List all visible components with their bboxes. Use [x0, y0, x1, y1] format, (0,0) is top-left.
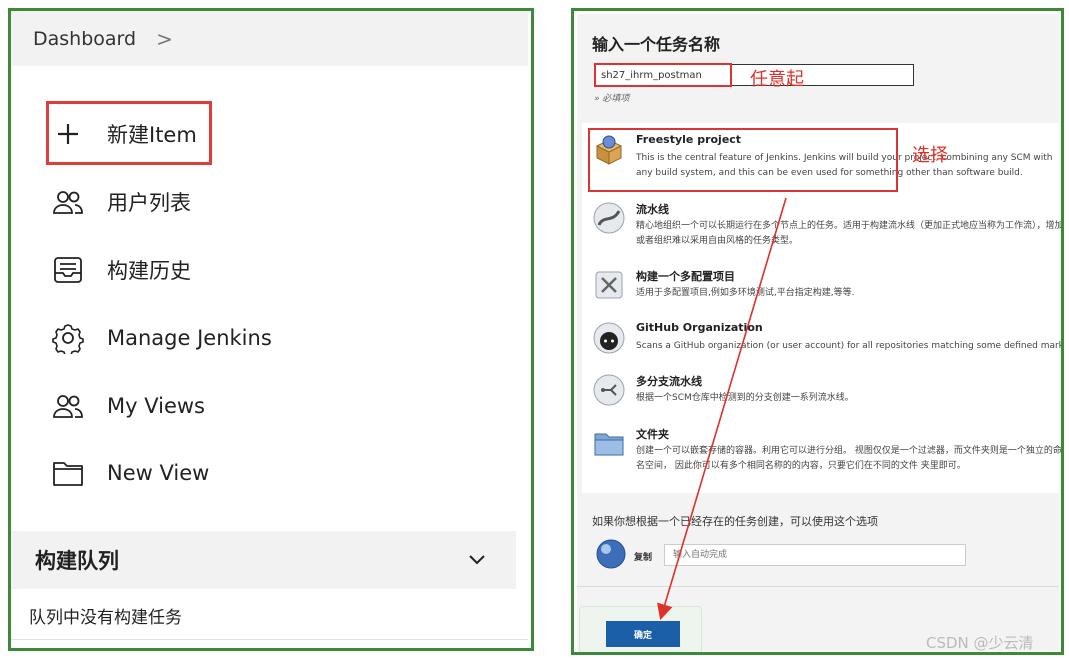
multiconfig-icon: [592, 268, 626, 302]
annotation-name: 任意起: [750, 69, 804, 90]
item-type-desc: 创建一个可以嵌套存储的容器。利用它可以进行分组。 视图仅仅是一个过滤器，而文件夹…: [636, 446, 1062, 471]
gear-icon: [51, 321, 85, 355]
multibranch-icon: [592, 373, 626, 407]
copy-from-input[interactable]: [664, 544, 966, 566]
page-title: 输入一个任务名称: [592, 35, 721, 54]
divider: [577, 586, 1059, 587]
build-queue-title: 构建队列: [35, 549, 119, 573]
sidebar-item-new-view[interactable]: New View: [51, 448, 209, 498]
red-highlight-box: [588, 128, 898, 192]
chevron-down-icon[interactable]: [468, 551, 486, 570]
copy-label: 复制: [634, 553, 653, 563]
copy-sphere-icon: [594, 537, 628, 571]
inbox-icon: [51, 253, 85, 287]
sidebar-item-label: Manage Jenkins: [107, 326, 272, 350]
screenshot-root: Dashboard > 新建Item 用户列表 构建历史 Manage Jenk…: [0, 0, 1069, 660]
people-icon: [51, 389, 85, 423]
chevron-right-icon[interactable]: >: [156, 27, 173, 51]
folder-icon: [51, 456, 85, 490]
jenkins-sidebar-panel: Dashboard > 新建Item 用户列表 构建历史 Manage Jenk…: [8, 8, 534, 651]
annotation-select: 选择: [912, 145, 948, 166]
divider: [11, 639, 528, 640]
copy-hint: 如果你想根据一个已经存在的任务创建，可以使用这个选项: [592, 515, 878, 528]
folder-icon: [592, 426, 626, 460]
item-type-desc: 适用于多配置项目,例如多环境测试,平台指定构建,等等.: [636, 288, 855, 298]
new-item-panel: 输入一个任务名称 任意起 » 必填项 Freestyle project Thi…: [571, 8, 1064, 655]
sidebar-item-label: 用户列表: [107, 191, 191, 215]
people-icon: [51, 185, 85, 219]
item-type-title: 多分支流水线: [636, 375, 702, 388]
breadcrumb-dashboard[interactable]: Dashboard: [33, 28, 136, 50]
ok-button-area: 确定: [579, 606, 702, 652]
github-icon: [592, 321, 626, 355]
red-highlight-box: [46, 101, 212, 165]
sidebar-item-label: 构建历史: [107, 259, 191, 283]
sidebar-item-manage-jenkins[interactable]: Manage Jenkins: [51, 313, 272, 363]
sidebar-item-my-views[interactable]: My Views: [51, 381, 205, 431]
item-type-title: 构建一个多配置项目: [636, 270, 735, 283]
sidebar-item-label: New View: [107, 461, 210, 485]
ok-button[interactable]: 确定: [606, 621, 680, 647]
pipeline-icon: [592, 201, 626, 235]
item-type-desc: 精心地组织一个可以长期运行在多个节点上的任务。适用于构建流水线（更加正式地应当称…: [636, 221, 1064, 246]
watermark: CSDN @少云清: [926, 634, 1034, 652]
sidebar-item-label: My Views: [107, 394, 205, 418]
breadcrumb: Dashboard >: [11, 11, 528, 66]
required-hint: » 必填项: [594, 94, 630, 104]
item-type-desc: Scans a GitHub organization (or user acc…: [636, 341, 1064, 351]
red-highlight-box: [594, 63, 732, 87]
build-queue-empty: 队列中没有构建任务: [29, 608, 182, 628]
item-type-title: 流水线: [636, 203, 669, 216]
sidebar-item-users[interactable]: 用户列表: [51, 177, 191, 227]
item-type-title: 文件夹: [636, 428, 669, 441]
item-type-desc: 根据一个SCM仓库中检测到的分支创建一系列流水线。: [636, 393, 854, 403]
build-queue-header[interactable]: 构建队列: [11, 531, 516, 589]
sidebar-item-build-history[interactable]: 构建历史: [51, 245, 191, 295]
item-type-title: GitHub Organization: [636, 321, 763, 334]
